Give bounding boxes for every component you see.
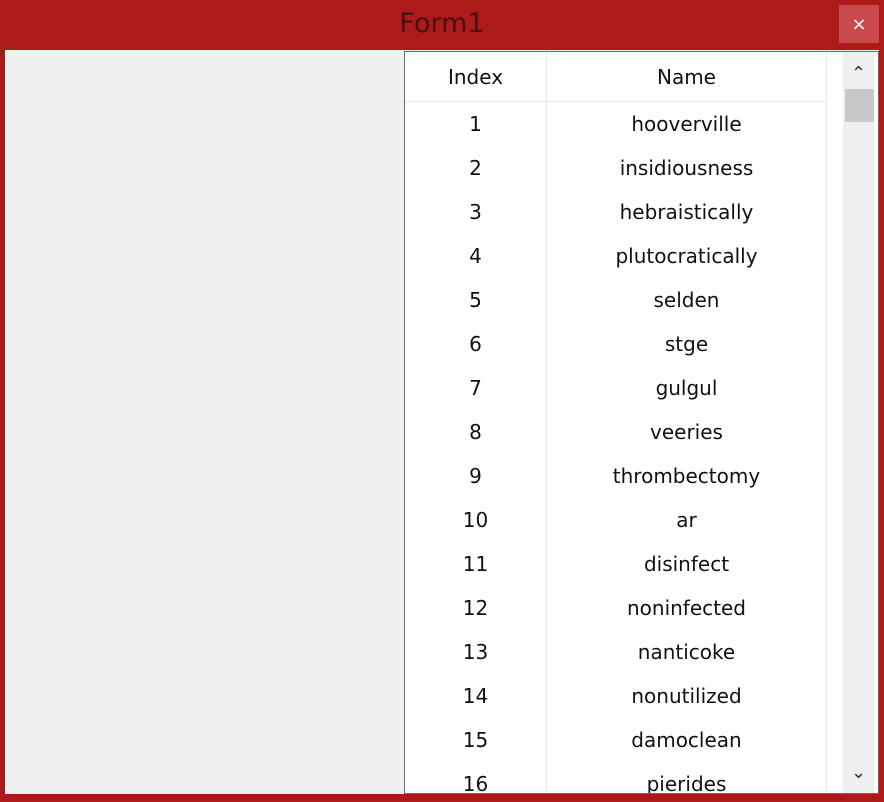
table-row[interactable]: 12 noninfected: [405, 586, 827, 630]
index-cell[interactable]: 13: [405, 630, 547, 674]
index-cell[interactable]: 8: [405, 410, 547, 454]
index-cell[interactable]: 14: [405, 674, 547, 718]
table-row[interactable]: 9 thrombectomy: [405, 454, 827, 498]
vertical-scrollbar[interactable]: ⌃ ⌄: [843, 52, 874, 793]
column-header-name[interactable]: Name: [547, 52, 827, 101]
index-cell[interactable]: 11: [405, 542, 547, 586]
index-cell[interactable]: 7: [405, 366, 547, 410]
name-cell[interactable]: noninfected: [547, 586, 827, 630]
grid-header: Index Name: [405, 52, 827, 102]
name-cell[interactable]: nonutilized: [547, 674, 827, 718]
close-icon: ×: [851, 13, 867, 35]
table-row[interactable]: 2 insidiousness: [405, 146, 827, 190]
name-cell[interactable]: plutocratically: [547, 234, 827, 278]
name-cell[interactable]: hebraistically: [547, 190, 827, 234]
table-row[interactable]: 14 nonutilized: [405, 674, 827, 718]
name-cell[interactable]: veeries: [547, 410, 827, 454]
data-grid[interactable]: Index Name 1 hooverville 2 insidiousness 3…: [404, 51, 879, 794]
table-row[interactable]: 16 pierides: [405, 762, 827, 793]
name-cell[interactable]: gulgul: [547, 366, 827, 410]
table-row[interactable]: 10 ar: [405, 498, 827, 542]
index-cell[interactable]: 9: [405, 454, 547, 498]
name-cell[interactable]: nanticoke: [547, 630, 827, 674]
name-cell[interactable]: stge: [547, 322, 827, 366]
grid-rows: 1 hooverville 2 insidiousness 3 hebraistica…: [405, 102, 827, 793]
table-row[interactable]: 8 veeries: [405, 410, 827, 454]
table-row[interactable]: 5 selden: [405, 278, 827, 322]
index-cell[interactable]: 10: [405, 498, 547, 542]
table-row[interactable]: 7 gulgul: [405, 366, 827, 410]
close-button[interactable]: ×: [839, 5, 879, 43]
index-cell[interactable]: 1: [405, 102, 547, 146]
scroll-up-button[interactable]: ⌃: [843, 58, 874, 88]
table-row[interactable]: 13 nanticoke: [405, 630, 827, 674]
name-cell[interactable]: thrombectomy: [547, 454, 827, 498]
window-title: Form1: [399, 8, 485, 39]
index-cell[interactable]: 2: [405, 146, 547, 190]
name-cell[interactable]: pierides: [547, 762, 827, 793]
scroll-down-button[interactable]: ⌄: [843, 757, 874, 787]
scrollbar-thumb[interactable]: [845, 89, 874, 122]
table-row[interactable]: 3 hebraistically: [405, 190, 827, 234]
name-cell[interactable]: hooverville: [547, 102, 827, 146]
index-cell[interactable]: 4: [405, 234, 547, 278]
title-bar: Form1 ×: [0, 0, 884, 50]
index-cell[interactable]: 15: [405, 718, 547, 762]
table-row[interactable]: 6 stge: [405, 322, 827, 366]
table-row[interactable]: 4 plutocratically: [405, 234, 827, 278]
table-row[interactable]: 1 hooverville: [405, 102, 827, 146]
name-cell[interactable]: disinfect: [547, 542, 827, 586]
index-cell[interactable]: 16: [405, 762, 547, 793]
table-row[interactable]: 11 disinfect: [405, 542, 827, 586]
name-cell[interactable]: damoclean: [547, 718, 827, 762]
name-cell[interactable]: ar: [547, 498, 827, 542]
index-cell[interactable]: 5: [405, 278, 547, 322]
index-cell[interactable]: 12: [405, 586, 547, 630]
table-row[interactable]: 15 damoclean: [405, 718, 827, 762]
name-cell[interactable]: selden: [547, 278, 827, 322]
column-header-index[interactable]: Index: [405, 52, 547, 101]
chevron-up-icon: ⌃: [850, 62, 867, 84]
index-cell[interactable]: 6: [405, 322, 547, 366]
chevron-down-icon: ⌄: [850, 761, 867, 783]
index-cell[interactable]: 3: [405, 190, 547, 234]
name-cell[interactable]: insidiousness: [547, 146, 827, 190]
